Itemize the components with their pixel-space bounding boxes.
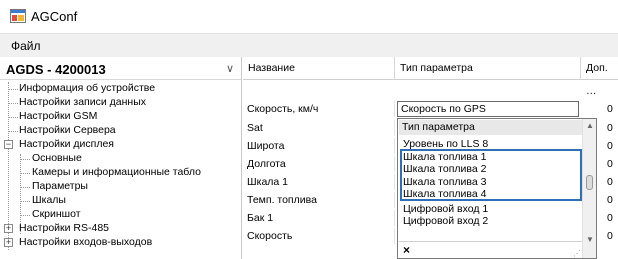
window-title: AGConf: [31, 9, 78, 24]
selection-highlight-box: [400, 149, 582, 201]
cell-extra[interactable]: 0: [603, 174, 618, 190]
cell-extra[interactable]: 0: [603, 156, 618, 172]
cell-name[interactable]: Скорость, км/ч: [243, 101, 395, 117]
cell-extra[interactable]: 0: [603, 138, 618, 154]
dropdown-scrollbar[interactable]: ▲ ▼: [582, 119, 596, 258]
cell-extra[interactable]: 0: [603, 101, 618, 117]
cell-extra[interactable]: 0: [603, 228, 618, 244]
app-window-icon: [10, 9, 26, 23]
dropdown-option[interactable]: Цифровой вход 2: [400, 215, 582, 227]
dropdown-option[interactable]: Цифровой вход 1: [400, 203, 582, 215]
cell-name[interactable]: Темп. топлива: [243, 192, 395, 208]
cell-name[interactable]: Sat: [243, 120, 395, 136]
cell-extra[interactable]: 0: [603, 120, 618, 136]
resize-grip-icon[interactable]: ⋰: [573, 249, 581, 258]
cell-name[interactable]: Широта: [243, 138, 395, 154]
parameter-type-combo[interactable]: Скорость по GPS: [397, 101, 579, 117]
title-bar: AGConf: [0, 0, 618, 33]
chevron-down-icon[interactable]: ∨: [226, 62, 234, 75]
scroll-thumb[interactable]: [586, 175, 593, 190]
menu-bar: Файл: [0, 33, 618, 57]
cell-name[interactable]: Шкала 1: [243, 174, 395, 190]
device-name: AGDS - 4200013: [6, 62, 106, 77]
dropdown-header: Тип параметра: [399, 120, 583, 135]
column-header-name[interactable]: Название: [243, 57, 395, 80]
expand-icon[interactable]: +: [4, 238, 13, 247]
cell-name[interactable]: Бак 1: [243, 210, 395, 226]
parameter-type-dropdown: Тип параметра Уровень по LLS 8 Шкала топ…: [397, 118, 597, 259]
clear-icon[interactable]: ×: [403, 243, 410, 257]
scroll-up-icon[interactable]: ▲: [586, 121, 594, 130]
menu-file[interactable]: Файл: [11, 39, 41, 53]
parameters-grid: Название Тип параметра Доп. … Скорость, …: [243, 57, 618, 259]
left-panel: AGDS - 4200013 ∨ Информация об устройств…: [0, 57, 242, 259]
cell-name[interactable]: Скорость: [243, 228, 395, 244]
scroll-down-icon[interactable]: ▼: [586, 235, 594, 244]
column-header-extra[interactable]: Доп. …: [581, 57, 618, 97]
expand-icon[interactable]: +: [4, 224, 13, 233]
column-header-type[interactable]: Тип параметра: [395, 57, 581, 80]
cell-name[interactable]: Долгота: [243, 156, 395, 172]
device-selector[interactable]: AGDS - 4200013 ∨: [0, 60, 241, 80]
grid-header: Название Тип параметра Доп. …: [243, 57, 618, 97]
collapse-icon[interactable]: −: [4, 140, 13, 149]
cell-extra[interactable]: 0: [603, 192, 618, 208]
cell-extra[interactable]: 0: [603, 210, 618, 226]
dropdown-footer: × ⋰: [399, 241, 583, 258]
